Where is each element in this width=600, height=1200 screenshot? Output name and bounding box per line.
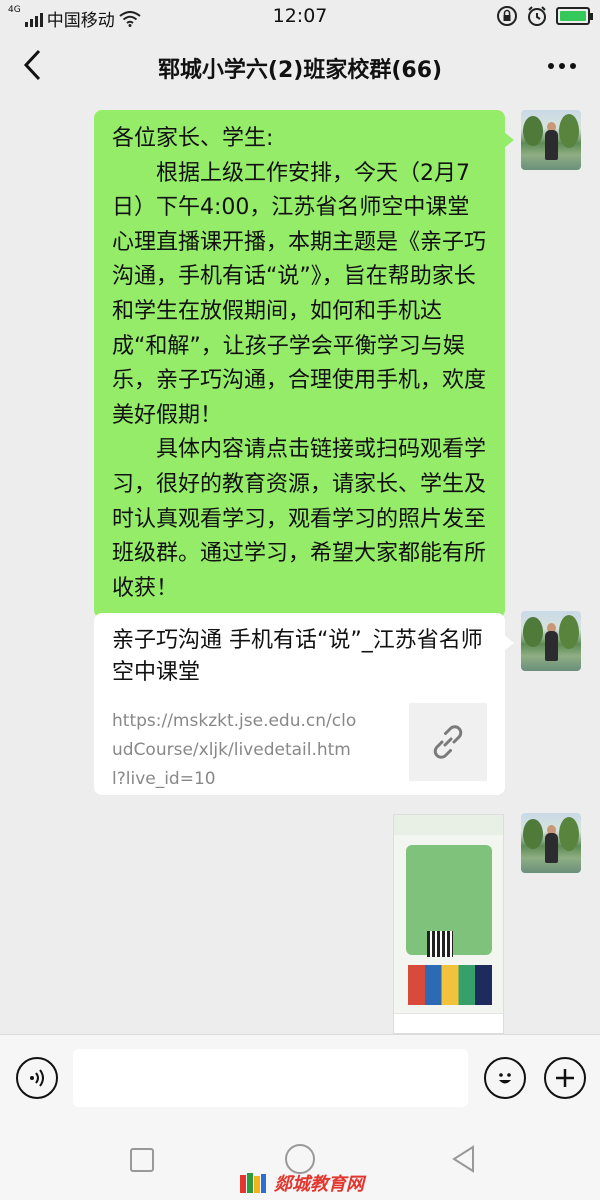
plus-icon bbox=[556, 1069, 574, 1087]
image-decor-pattern bbox=[408, 965, 492, 1005]
link-card-title: 亲子巧沟通 手机有话“说”_江苏省名师空中课堂 bbox=[112, 628, 483, 685]
more-dots-icon bbox=[548, 63, 576, 69]
emoji-button[interactable] bbox=[484, 1057, 526, 1099]
link-card[interactable]: 亲子巧沟通 手机有话“说”_江苏省名师空中课堂 https://mskzkt.j… bbox=[94, 613, 514, 795]
chat-header: 郓城小学六(2)班家校群(66) bbox=[0, 34, 600, 100]
image-footer bbox=[394, 1013, 503, 1033]
voice-icon bbox=[30, 1069, 44, 1087]
link-card-thumbnail bbox=[409, 703, 487, 781]
plus-button[interactable] bbox=[544, 1057, 586, 1099]
system-navigation: 郯城教育网 bbox=[0, 1120, 600, 1200]
message-bubble-announcement[interactable]: 各位家长、学生: 根据上级工作安排，今天（2月7日）下午4:00，江苏省名师空中… bbox=[94, 110, 514, 619]
avatar[interactable] bbox=[521, 110, 581, 170]
input-bar bbox=[0, 1034, 600, 1120]
link-card-url: https://mskzkt.jse.edu.cn/cloudCourse/xl… bbox=[112, 711, 357, 789]
back-button[interactable] bbox=[14, 48, 50, 86]
avatar[interactable] bbox=[521, 611, 581, 671]
recent-apps-button[interactable] bbox=[130, 1148, 154, 1172]
site-watermark: 郯城教育网 bbox=[238, 1170, 364, 1196]
chevron-left-icon bbox=[23, 49, 41, 81]
lock-rotation-icon bbox=[497, 6, 517, 26]
watermark-text: 郯城教育网 bbox=[274, 1174, 364, 1195]
battery-icon bbox=[556, 7, 593, 25]
more-button[interactable] bbox=[542, 50, 582, 84]
alarm-icon bbox=[528, 6, 546, 26]
message-input[interactable] bbox=[73, 1049, 468, 1107]
link-icon bbox=[433, 725, 463, 759]
voice-button[interactable] bbox=[16, 1057, 58, 1099]
books-logo-icon bbox=[240, 1173, 266, 1193]
status-bar: 4G 中国移动 12:07 bbox=[0, 0, 600, 34]
status-icons bbox=[496, 5, 593, 27]
emoji-icon bbox=[499, 1073, 511, 1084]
qr-code-icon bbox=[427, 931, 453, 957]
chat-messages: 各位家长、学生: 根据上级工作安排，今天（2月7日）下午4:00，江苏省名师空中… bbox=[0, 100, 600, 1034]
image-message[interactable] bbox=[393, 814, 504, 1034]
chat-title: 郓城小学六(2)班家校群(66) bbox=[157, 58, 443, 83]
back-triangle-icon[interactable] bbox=[450, 1144, 476, 1174]
avatar[interactable] bbox=[521, 813, 581, 873]
image-status-strip bbox=[394, 815, 503, 835]
